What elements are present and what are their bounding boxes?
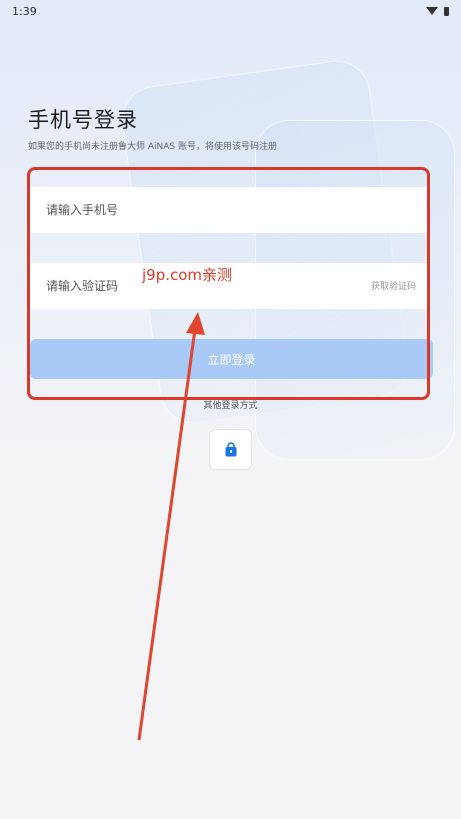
phone-input[interactable] <box>46 203 296 217</box>
get-code-button[interactable]: 获取验证码 <box>371 279 416 292</box>
alt-login-button[interactable] <box>209 429 252 470</box>
battery-icon <box>444 6 449 16</box>
status-icons <box>426 6 449 16</box>
status-time: 1:39 <box>12 4 37 18</box>
page-title: 手机号登录 <box>28 108 138 132</box>
lock-bag-icon <box>225 441 236 456</box>
login-button[interactable]: 立即登录 <box>30 339 433 379</box>
status-bar: 1:39 <box>0 0 461 22</box>
page-subtitle: 如果您的手机尚未注册鲁大师 AiNAS 账号，将使用该号码注册 <box>28 142 277 152</box>
phone-field[interactable] <box>30 187 428 233</box>
watermark-text: j9p.com亲测 <box>142 266 233 284</box>
wifi-icon <box>426 7 438 15</box>
other-login-methods-label: 其他登录方式 <box>203 401 258 411</box>
